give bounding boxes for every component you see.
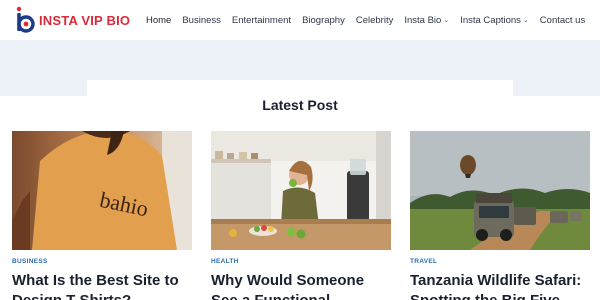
post-thumbnail[interactable]: bahio (12, 131, 192, 250)
section-title: Latest Post (262, 97, 338, 113)
post-category[interactable]: BUSINESS (12, 258, 48, 265)
safari-photo (410, 131, 590, 250)
nav-insta-bio-label: Insta Bio (404, 14, 442, 26)
nav-business[interactable]: Business (182, 15, 221, 26)
tshirt-photo: bahio (12, 131, 192, 250)
nav-insta-bio[interactable]: Insta Bio ⌄ (404, 15, 449, 26)
nav-insta-captions-label: Insta Captions (460, 14, 521, 26)
site-header: INSTA VIP BIO Home Business Entertainmen… (0, 0, 600, 40)
post-title[interactable]: Tanzania Wildlife Safari: Spotting the B… (410, 271, 590, 300)
nav-biography[interactable]: Biography (302, 15, 345, 26)
post-title[interactable]: What Is the Best Site to Design T-Shirts… (12, 271, 192, 300)
nav-entertainment[interactable]: Entertainment (232, 15, 291, 26)
nav-contact-us[interactable]: Contact us (540, 15, 585, 26)
kitchen-photo (211, 131, 391, 250)
nav-home[interactable]: Home (146, 15, 171, 26)
post-category[interactable]: HEALTH (211, 258, 239, 265)
site-name: INSTA VIP BIO (39, 12, 131, 28)
post-card[interactable]: TRAVEL Tanzania Wildlife Safari: Spottin… (410, 131, 590, 300)
post-title[interactable]: Why Would Someone See a Functional (211, 271, 391, 300)
site-logo[interactable]: INSTA VIP BIO (15, 6, 130, 34)
post-card[interactable]: HEALTH Why Would Someone See a Functiona… (211, 131, 391, 300)
post-thumbnail[interactable] (410, 131, 590, 250)
nav-celebrity[interactable]: Celebrity (356, 15, 394, 26)
chevron-down-icon: ⌄ (522, 17, 529, 24)
post-category[interactable]: TRAVEL (410, 258, 437, 265)
main-nav: Home Business Entertainment Biography Ce… (146, 0, 596, 40)
post-thumbnail[interactable] (211, 131, 391, 250)
logo-icon (16, 6, 35, 33)
nav-insta-captions[interactable]: Insta Captions ⌄ (460, 15, 529, 26)
post-card[interactable]: bahio BUSINESS What Is the Best Site to … (12, 131, 192, 300)
chevron-down-icon: ⌄ (443, 17, 450, 24)
